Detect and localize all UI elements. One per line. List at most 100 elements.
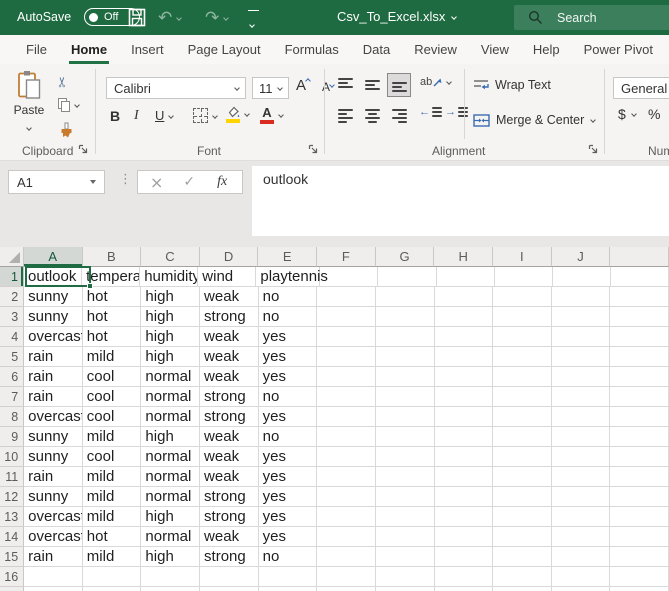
cell-I9[interactable]: [493, 427, 552, 447]
cell-H7[interactable]: [435, 387, 494, 407]
cell-H3[interactable]: [435, 307, 494, 327]
row-header-3[interactable]: 3: [0, 307, 24, 327]
cell-K5[interactable]: [610, 347, 669, 367]
row-header-12[interactable]: 12: [0, 487, 24, 507]
wrap-text-button[interactable]: Wrap Text: [473, 78, 551, 92]
cell-B2[interactable]: hot: [83, 287, 142, 307]
cell-E5[interactable]: yes: [259, 347, 318, 367]
cell-H6[interactable]: [435, 367, 494, 387]
cell-I4[interactable]: [493, 327, 552, 347]
middle-align-button[interactable]: [360, 73, 384, 97]
tab-help[interactable]: Help: [521, 35, 572, 64]
cell-K10[interactable]: [610, 447, 669, 467]
cell-E7[interactable]: no: [259, 387, 318, 407]
cancel-icon[interactable]: ×: [150, 173, 163, 192]
cell-J12[interactable]: [552, 487, 611, 507]
row-header-2[interactable]: 2: [0, 287, 24, 307]
tab-home[interactable]: Home: [59, 35, 119, 64]
cell-I3[interactable]: [493, 307, 552, 327]
formula-input[interactable]: outlook: [252, 166, 669, 236]
cell-A2[interactable]: sunny: [24, 287, 83, 307]
cell-C4[interactable]: high: [141, 327, 200, 347]
row-header-11[interactable]: 11: [0, 467, 24, 487]
cell-E17[interactable]: [259, 587, 318, 591]
cell-E16[interactable]: [259, 567, 318, 587]
cell-D11[interactable]: weak: [200, 467, 259, 487]
cell-K12[interactable]: [610, 487, 669, 507]
row-header-4[interactable]: 4: [0, 327, 24, 347]
cell-B17[interactable]: [83, 587, 142, 591]
cell-E2[interactable]: no: [259, 287, 318, 307]
cell-D17[interactable]: [200, 587, 259, 591]
cell-G9[interactable]: [376, 427, 435, 447]
cell-A6[interactable]: rain: [24, 367, 83, 387]
cell-A7[interactable]: rain: [24, 387, 83, 407]
column-header-c[interactable]: C: [141, 247, 200, 267]
cell-A17[interactable]: [24, 587, 83, 591]
cell-B16[interactable]: [83, 567, 142, 587]
cell-D12[interactable]: strong: [200, 487, 259, 507]
cell-E12[interactable]: yes: [259, 487, 318, 507]
cell-J4[interactable]: [552, 327, 611, 347]
cell-B15[interactable]: mild: [83, 547, 142, 567]
cell-E15[interactable]: no: [259, 547, 318, 567]
cell-G14[interactable]: [376, 527, 435, 547]
row-header-13[interactable]: 13: [0, 507, 24, 527]
row-header-8[interactable]: 8: [0, 407, 24, 427]
cell-J2[interactable]: [552, 287, 611, 307]
cell-I7[interactable]: [493, 387, 552, 407]
cell-F14[interactable]: [317, 527, 376, 547]
cell-E9[interactable]: no: [259, 427, 318, 447]
cell-C12[interactable]: normal: [141, 487, 200, 507]
cell-J7[interactable]: [552, 387, 611, 407]
cell-G11[interactable]: [376, 467, 435, 487]
cell-E6[interactable]: yes: [259, 367, 318, 387]
cell-A12[interactable]: sunny: [24, 487, 83, 507]
cell-H13[interactable]: [435, 507, 494, 527]
cell-K2[interactable]: [610, 287, 669, 307]
cell-F3[interactable]: [317, 307, 376, 327]
column-header-i[interactable]: I: [493, 247, 552, 267]
enter-icon[interactable]: ✓: [183, 174, 195, 190]
cell-A13[interactable]: overcast: [24, 507, 83, 527]
cell-G4[interactable]: [376, 327, 435, 347]
cell-C15[interactable]: high: [141, 547, 200, 567]
cell-B12[interactable]: mild: [83, 487, 142, 507]
cell-J11[interactable]: [552, 467, 611, 487]
cell-F7[interactable]: [317, 387, 376, 407]
cell-F2[interactable]: [317, 287, 376, 307]
font-size-select[interactable]: 11: [252, 77, 289, 99]
orientation-button[interactable]: ab: [420, 76, 451, 88]
cell-K16[interactable]: [610, 567, 669, 587]
cell-C16[interactable]: [141, 567, 200, 587]
cell-J5[interactable]: [552, 347, 611, 367]
save-button[interactable]: [127, 7, 147, 28]
cell-K13[interactable]: [610, 507, 669, 527]
cell-C13[interactable]: high: [141, 507, 200, 527]
tab-formulas[interactable]: Formulas: [273, 35, 351, 64]
cell-H15[interactable]: [435, 547, 494, 567]
cell-I2[interactable]: [493, 287, 552, 307]
cell-G7[interactable]: [376, 387, 435, 407]
cell-E14[interactable]: yes: [259, 527, 318, 547]
cell-G12[interactable]: [376, 487, 435, 507]
cell-G1[interactable]: [378, 267, 436, 287]
search-box[interactable]: Search: [514, 5, 669, 30]
cell-D6[interactable]: weak: [200, 367, 259, 387]
cell-F12[interactable]: [317, 487, 376, 507]
cell-B3[interactable]: hot: [83, 307, 142, 327]
percent-format-button[interactable]: %: [648, 106, 660, 122]
cell-J6[interactable]: [552, 367, 611, 387]
cell-D5[interactable]: weak: [200, 347, 259, 367]
cell-G3[interactable]: [376, 307, 435, 327]
cell-H16[interactable]: [435, 567, 494, 587]
cell-F9[interactable]: [317, 427, 376, 447]
column-header-h[interactable]: H: [434, 247, 493, 267]
column-header-e[interactable]: E: [258, 247, 317, 267]
undo-button[interactable]: ↶: [158, 8, 181, 28]
tab-review[interactable]: Review: [402, 35, 469, 64]
cell-I10[interactable]: [493, 447, 552, 467]
tab-page-layout[interactable]: Page Layout: [176, 35, 273, 64]
row-header-14[interactable]: 14: [0, 527, 24, 547]
cell-H1[interactable]: [437, 267, 495, 287]
